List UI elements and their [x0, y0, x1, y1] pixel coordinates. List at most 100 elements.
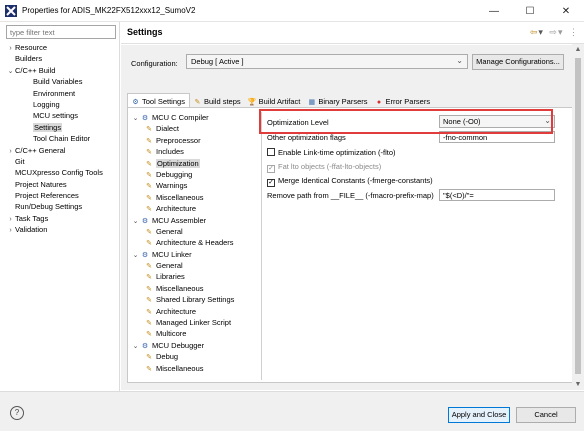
tab[interactable]: ⚙ Tool Settings — [127, 93, 190, 108]
option-node[interactable]: ✎ Managed Linker Script — [130, 317, 261, 328]
collapse-twisty-icon[interactable]: ⌄ — [131, 250, 140, 261]
tree-node-label: Multicore — [156, 329, 187, 339]
merge-constants-checkbox[interactable]: ✓ — [267, 179, 275, 187]
forward-dropdown-icon[interactable]: ▾ — [558, 27, 563, 37]
tree-node-label: Miscellaneous — [156, 363, 204, 373]
forward-arrow-icon[interactable]: ⇨ — [549, 27, 557, 37]
option-node[interactable]: ✎ Miscellaneous — [130, 363, 261, 374]
tree-node-label: MCU Linker — [152, 249, 192, 259]
sidebar-item[interactable]: Tool Chain Editor — [0, 133, 120, 144]
back-dropdown-icon[interactable]: ▾ — [538, 27, 543, 37]
lto-option[interactable]: Enable Link-time optimization (-flto) — [267, 148, 396, 157]
sidebar-item-label: C/C++ General — [15, 145, 66, 155]
settings-page-icon: ✎ — [146, 240, 152, 248]
configuration-select[interactable]: Debug [ Active ] ⌄ — [186, 54, 468, 69]
apply-and-close-button[interactable]: Apply and Close — [448, 407, 510, 423]
property-sidebar: ›ResourceBuilders⌄C/C++ BuildBuild Varia… — [0, 22, 120, 391]
other-flags-input[interactable]: -fno-common — [439, 131, 555, 143]
sidebar-item[interactable]: ⌄ C/C++ Build — [0, 65, 120, 76]
help-icon[interactable]: ? — [10, 406, 24, 420]
scroll-up-icon[interactable]: ▲ — [572, 46, 584, 53]
sidebar-item[interactable]: Project Natures — [0, 179, 120, 190]
page-title: Settings — [127, 27, 163, 37]
sidebar-item[interactable]: › Resource — [0, 42, 120, 53]
option-node[interactable]: ✎ Miscellaneous — [130, 283, 261, 294]
sidebar-item-label: Git — [15, 156, 25, 166]
sidebar-item-label: Validation — [15, 225, 48, 235]
tool-node[interactable]: ⌄ ⚙ MCU Assembler — [130, 215, 261, 226]
sidebar-item-label: Project Natures — [15, 179, 67, 189]
scroll-down-icon[interactable]: ▼ — [572, 381, 584, 388]
tab-label: Build steps — [203, 97, 241, 106]
sidebar-item-label: Run/Debug Settings — [15, 202, 83, 212]
sidebar-item[interactable]: Builders — [0, 53, 120, 64]
prefix-map-input[interactable]: "$(<D)/"= — [439, 189, 555, 201]
sidebar-item[interactable]: MCUXpresso Config Tools — [0, 167, 120, 178]
option-node[interactable]: ✎ Dialect — [130, 123, 261, 134]
tool-node[interactable]: ⌄ ⚙ MCU Linker — [130, 249, 261, 260]
optimization-level-select[interactable]: None (-O0) ⌄ — [439, 115, 555, 128]
option-node[interactable]: ✎ Debugging — [130, 169, 261, 180]
tree-node-label: Dialect — [156, 124, 179, 134]
settings-page-icon: ✎ — [146, 365, 152, 373]
close-icon[interactable]: ✕ — [548, 0, 584, 22]
option-node[interactable]: ✎ Debug — [130, 351, 261, 362]
tree-node-label: General — [156, 226, 183, 236]
sidebar-item-label: Resource — [15, 43, 48, 52]
option-node[interactable]: ✎ Optimization — [130, 158, 261, 169]
filter-input[interactable] — [6, 25, 116, 39]
option-node[interactable]: ✎ Multicore — [130, 328, 261, 339]
configuration-label: Configuration: — [131, 59, 178, 68]
tab-label: Build Artifact — [258, 97, 301, 106]
option-node[interactable]: ✎ Preprocessor — [130, 135, 261, 146]
back-arrow-icon[interactable]: ⇦ — [530, 27, 538, 37]
maximize-icon[interactable]: ☐ — [512, 0, 548, 22]
sidebar-item[interactable]: Project References — [0, 190, 120, 201]
sidebar-item[interactable]: Git — [0, 156, 120, 167]
tab-icon: ⚙ — [132, 99, 139, 106]
sidebar-item[interactable]: › Validation — [0, 224, 120, 235]
option-node[interactable]: ✎ Includes — [130, 146, 261, 157]
sidebar-item[interactable]: Settings — [0, 122, 120, 133]
lto-checkbox[interactable] — [267, 148, 275, 156]
sidebar-item-label: Settings — [33, 122, 63, 132]
sidebar-item-label: Logging — [33, 99, 60, 109]
merge-constants-option[interactable]: ✓ Merge Identical Constants (-fmerge-cons… — [267, 176, 433, 187]
scrollbar-thumb[interactable] — [575, 58, 581, 374]
page-header: Settings ⇦▾ ⇨▾ ⋮ — [121, 22, 584, 44]
sidebar-item-label: Builders — [15, 54, 43, 64]
tool-node[interactable]: ⌄ ⚙ MCU Debugger — [130, 340, 261, 351]
tree-node-label: MCU C Compiler — [152, 113, 209, 122]
optimization-options: Optimization Level None (-O0) ⌄ Other op… — [265, 112, 573, 380]
collapse-twisty-icon[interactable]: ⌄ — [131, 341, 140, 352]
option-node[interactable]: ✎ Miscellaneous — [130, 192, 261, 203]
option-node[interactable]: ✎ Libraries — [130, 271, 261, 282]
option-node[interactable]: ✎ General — [130, 226, 261, 237]
tab-icon: ▦ — [308, 99, 316, 106]
sidebar-item[interactable]: Run/Debug Settings — [0, 201, 120, 212]
option-node[interactable]: ✎ Architecture — [130, 306, 261, 317]
cancel-button[interactable]: Cancel — [516, 407, 576, 423]
sidebar-item[interactable]: Environment — [0, 88, 120, 99]
view-menu-icon[interactable]: ⋮ — [569, 27, 578, 37]
option-node[interactable]: ✎ Warnings — [130, 180, 261, 191]
tab-label: Error Parsers — [385, 97, 431, 106]
collapse-twisty-icon[interactable]: ⌄ — [131, 113, 140, 124]
sidebar-item[interactable]: Build Variables — [0, 76, 120, 87]
sidebar-item[interactable]: › Task Tags — [0, 213, 120, 224]
tool-node[interactable]: ⌄ ⚙ MCU C Compiler — [130, 112, 261, 123]
tree-node-label: MCU Assembler — [152, 215, 207, 225]
minimize-icon[interactable]: — — [476, 0, 512, 22]
sidebar-item[interactable]: Logging — [0, 99, 120, 110]
collapse-twisty-icon[interactable]: ⌄ — [131, 216, 140, 227]
vertical-scrollbar[interactable]: ▲ ▼ — [572, 44, 584, 390]
sidebar-item[interactable]: › C/C++ General — [0, 145, 120, 156]
manage-configurations-button[interactable]: Manage Configurations... — [472, 54, 564, 70]
sidebar-item[interactable]: MCU settings — [0, 110, 120, 121]
option-node[interactable]: ✎ General — [130, 260, 261, 271]
option-node[interactable]: ✎ Shared Library Settings — [130, 294, 261, 305]
option-node[interactable]: ✎ Architecture & Headers — [130, 237, 261, 248]
expand-twisty-icon[interactable]: › — [6, 225, 15, 236]
option-node[interactable]: ✎ Architecture — [130, 203, 261, 214]
chevron-down-icon: ⌄ — [544, 116, 551, 125]
